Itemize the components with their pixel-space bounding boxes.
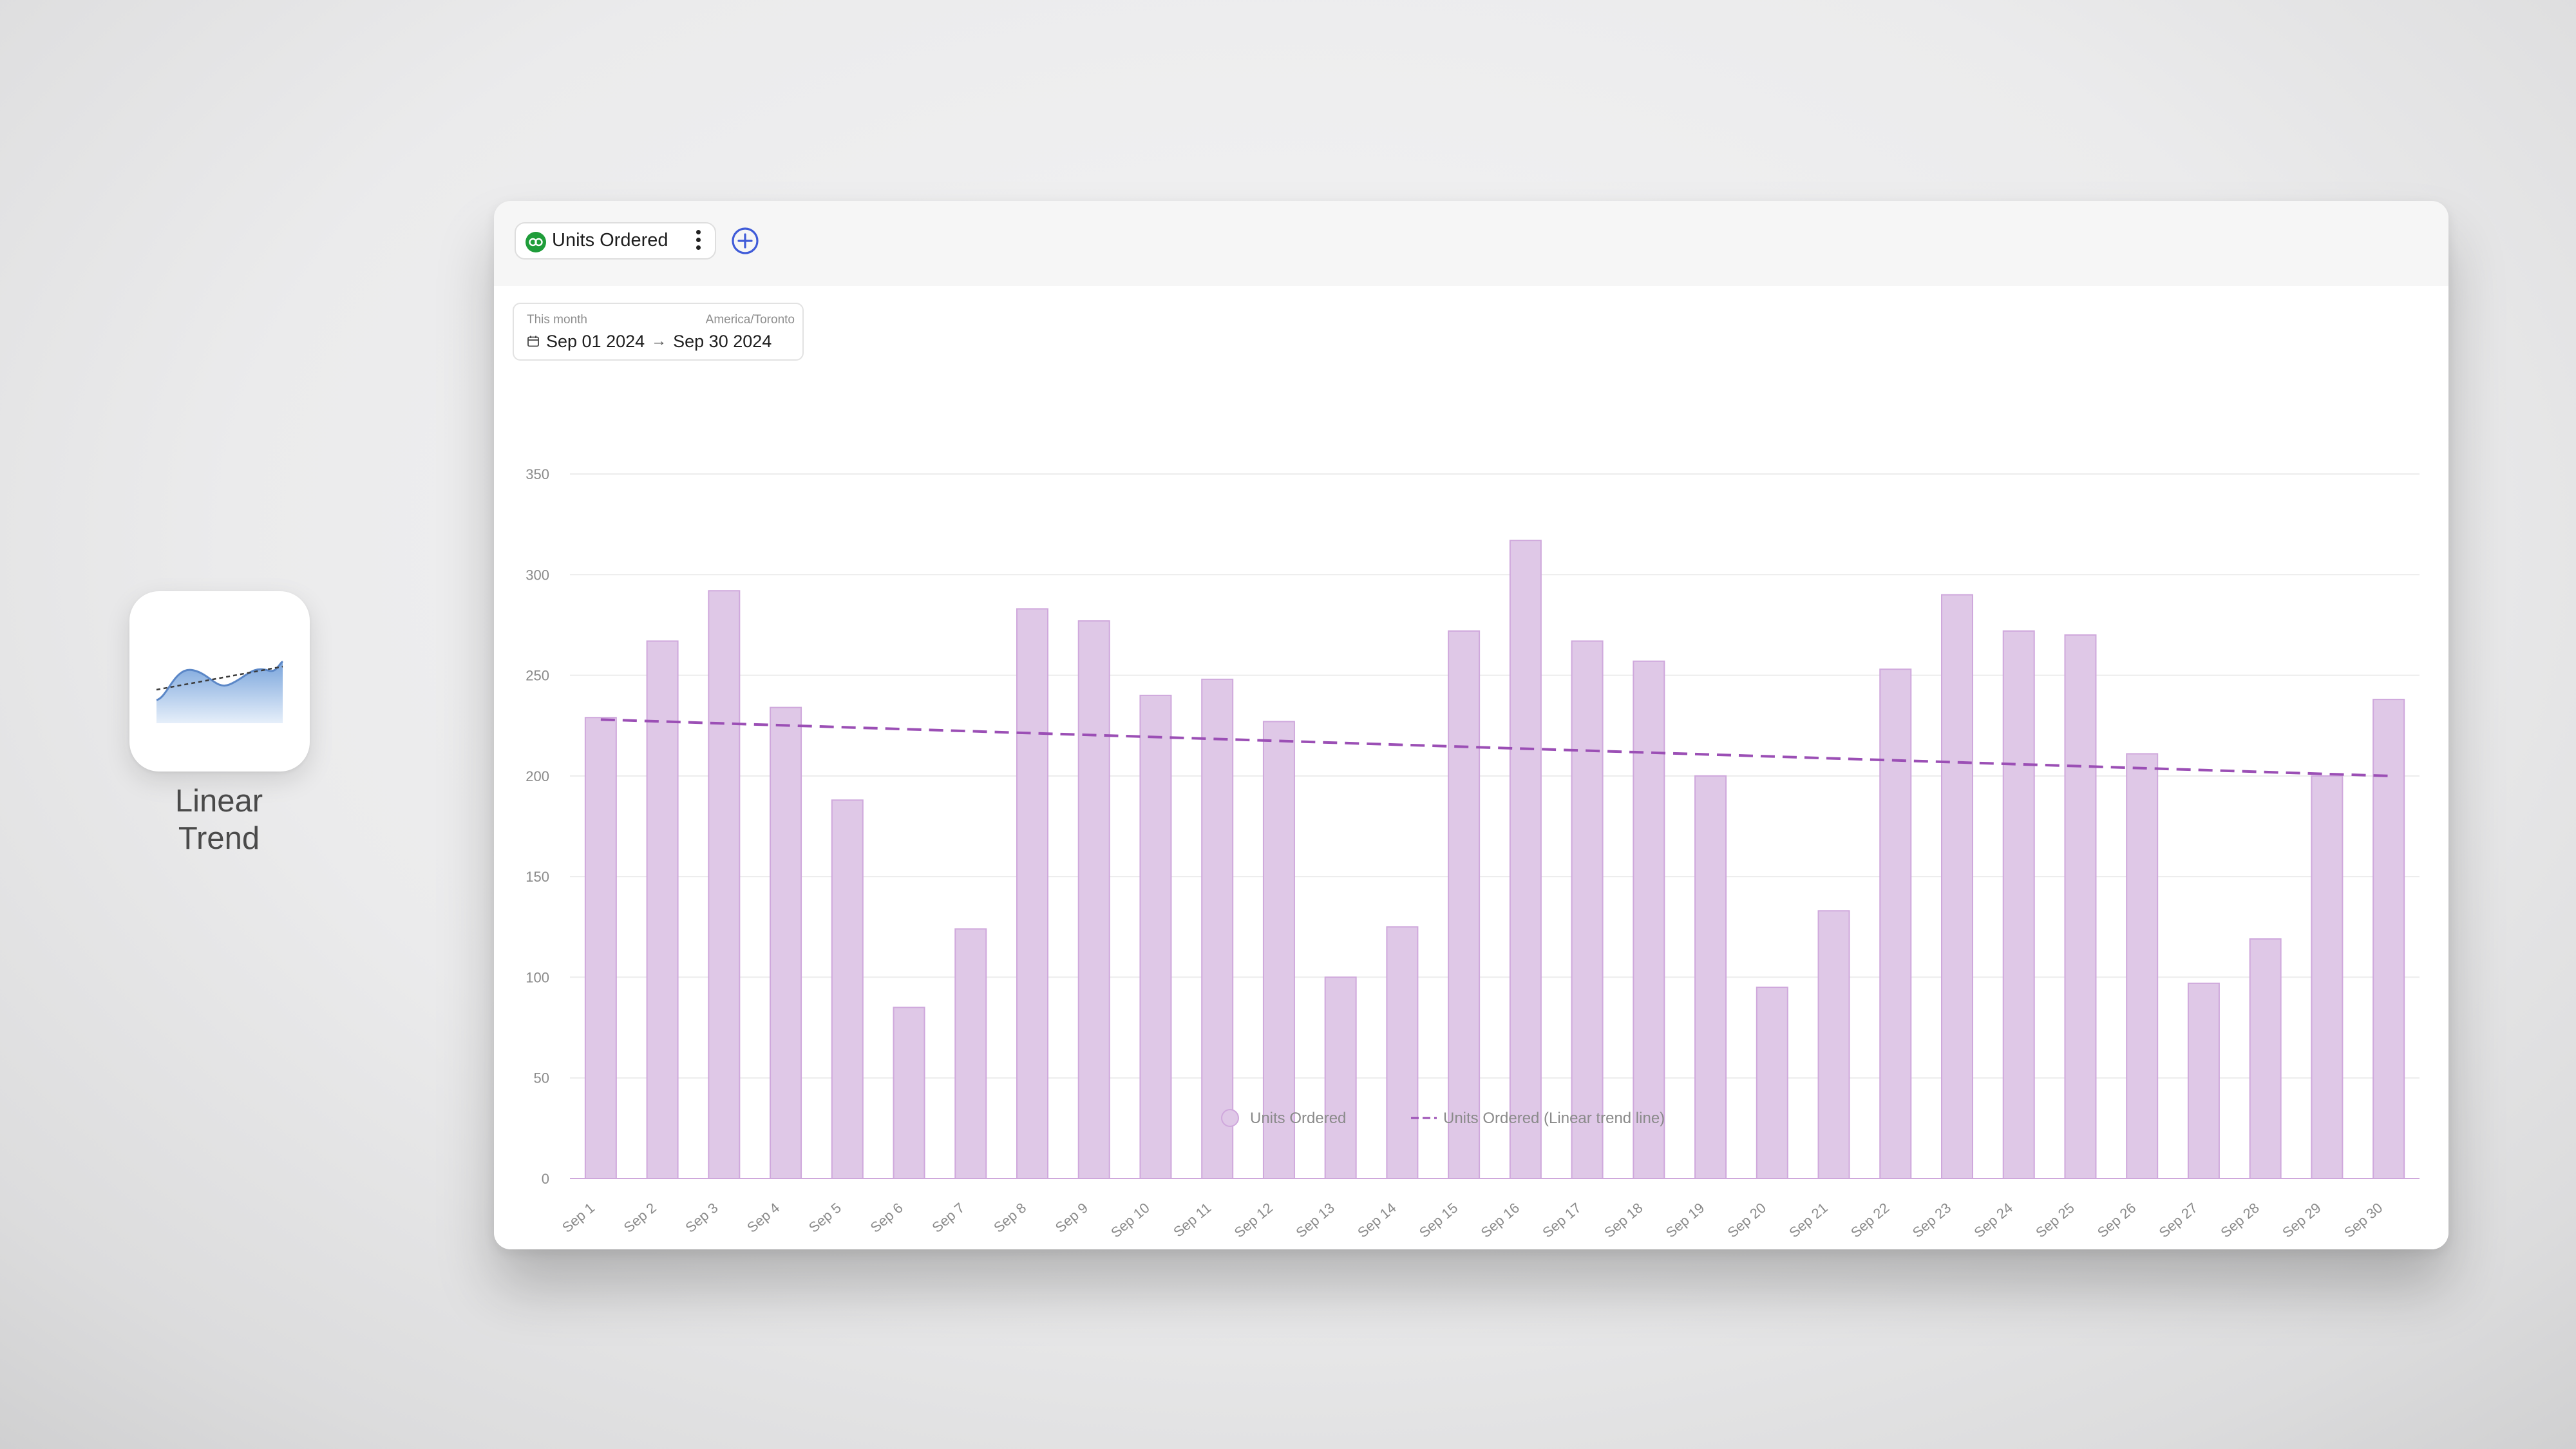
trend-line xyxy=(600,718,2389,777)
bar xyxy=(1633,660,1665,1179)
x-tick-label: Sep 30 xyxy=(2341,1200,2385,1241)
bar xyxy=(1016,608,1048,1179)
bar xyxy=(1139,694,1172,1179)
bar xyxy=(2311,775,2344,1179)
bar xyxy=(1077,620,1110,1179)
add-metric-button[interactable] xyxy=(731,227,759,255)
bar xyxy=(1817,910,1850,1180)
legend-label-trend: Units Ordered (Linear trend line) xyxy=(1443,1110,1665,1127)
x-tick-label: Sep 17 xyxy=(1539,1200,1584,1241)
bar xyxy=(954,928,987,1179)
plus-circle-icon xyxy=(732,227,759,254)
y-tick-label: 100 xyxy=(526,969,549,985)
metric-chip[interactable]: Units Ordered xyxy=(515,222,716,260)
x-tick-label: Sep 4 xyxy=(744,1200,782,1236)
legend-label-units-ordered: Units Ordered xyxy=(1250,1110,1346,1127)
x-tick-label: Sep 19 xyxy=(1663,1200,1707,1241)
x-tick-label: Sep 5 xyxy=(806,1200,844,1236)
x-tick-label: Sep 13 xyxy=(1293,1200,1337,1241)
x-tick-label: Sep 20 xyxy=(1725,1200,1769,1241)
x-tick-label: Sep 12 xyxy=(1231,1200,1276,1241)
x-tick-label: Sep 27 xyxy=(2156,1200,2201,1241)
bar xyxy=(1509,540,1542,1179)
bar xyxy=(2002,630,2035,1179)
bar xyxy=(1386,926,1419,1179)
metric-source-icon xyxy=(526,232,546,252)
chart-panel: This month America/Toronto Sep 01 2024 →… xyxy=(494,286,2448,1249)
bar xyxy=(1941,594,1973,1179)
bar xyxy=(2249,938,2282,1179)
y-tick-label: 50 xyxy=(534,1070,549,1086)
legend-swatch-units-ordered xyxy=(1221,1109,1239,1127)
bar xyxy=(2372,699,2405,1179)
bar xyxy=(2064,634,2097,1179)
linear-trend-app-icon[interactable] xyxy=(129,591,310,772)
bar xyxy=(1571,640,1604,1179)
x-tick-label: Sep 9 xyxy=(1052,1200,1091,1236)
y-tick-label: 300 xyxy=(526,567,549,583)
y-tick-label: 250 xyxy=(526,668,549,684)
x-tick-label: Sep 25 xyxy=(2032,1200,2077,1241)
x-tick-label: Sep 8 xyxy=(990,1200,1029,1236)
bar xyxy=(1694,775,1727,1179)
app-label-line1: Linear xyxy=(175,784,263,819)
x-tick-label: Sep 28 xyxy=(2217,1200,2262,1241)
x-tick-label: Sep 22 xyxy=(1848,1200,1892,1241)
units-ordered-chart: 0 50 100 150 200 250 300 350 Sep 1 Sep 2 Sep 3 Sep … xyxy=(526,466,2420,1241)
y-tick-label: 350 xyxy=(526,466,549,482)
x-tick-label: Sep 23 xyxy=(1909,1200,1954,1241)
bar xyxy=(831,799,864,1179)
bar xyxy=(770,706,802,1179)
bar xyxy=(584,717,617,1179)
bar xyxy=(893,1007,925,1180)
bar xyxy=(1201,678,1234,1179)
bar xyxy=(2126,753,2159,1179)
bar xyxy=(1324,976,1357,1180)
x-tick-label: Sep 7 xyxy=(929,1200,967,1236)
x-tick-label: Sep 10 xyxy=(1108,1200,1152,1241)
x-tick-label: Sep 21 xyxy=(1786,1200,1830,1241)
x-tick-label: Sep 14 xyxy=(1354,1200,1399,1241)
bar xyxy=(1879,668,1912,1179)
bar xyxy=(1756,987,1788,1179)
x-tick-label: Sep 29 xyxy=(2279,1200,2324,1241)
bar xyxy=(708,590,741,1179)
metric-label: Units Ordered xyxy=(552,230,668,251)
y-tick-label: 0 xyxy=(542,1171,549,1187)
app-label-line2: Trend xyxy=(178,821,260,856)
toolbar: Units Ordered xyxy=(494,201,2448,286)
x-tick-label: Sep 18 xyxy=(1601,1200,1645,1241)
y-tick-label: 200 xyxy=(526,768,549,784)
chart-window: Units Ordered This month America/Toronto xyxy=(494,201,2448,1249)
x-tick-label: Sep 2 xyxy=(621,1200,659,1236)
x-tick-label: Sep 26 xyxy=(2094,1200,2139,1241)
x-tick-label: Sep 1 xyxy=(559,1200,598,1236)
x-tick-label: Sep 11 xyxy=(1170,1200,1214,1240)
x-tick-label: Sep 3 xyxy=(682,1200,721,1236)
y-tick-label: 150 xyxy=(526,869,549,885)
more-options-icon[interactable] xyxy=(693,230,703,253)
x-tick-label: Sep 15 xyxy=(1416,1200,1461,1241)
area-chart-icon xyxy=(156,660,283,723)
x-tick-label: Sep 16 xyxy=(1478,1200,1522,1241)
app-label: Linear Trend xyxy=(90,782,348,857)
bar xyxy=(2187,982,2220,1179)
x-tick-label: Sep 24 xyxy=(1971,1200,2015,1241)
bar xyxy=(1448,630,1481,1179)
x-tick-label: Sep 6 xyxy=(867,1200,906,1236)
